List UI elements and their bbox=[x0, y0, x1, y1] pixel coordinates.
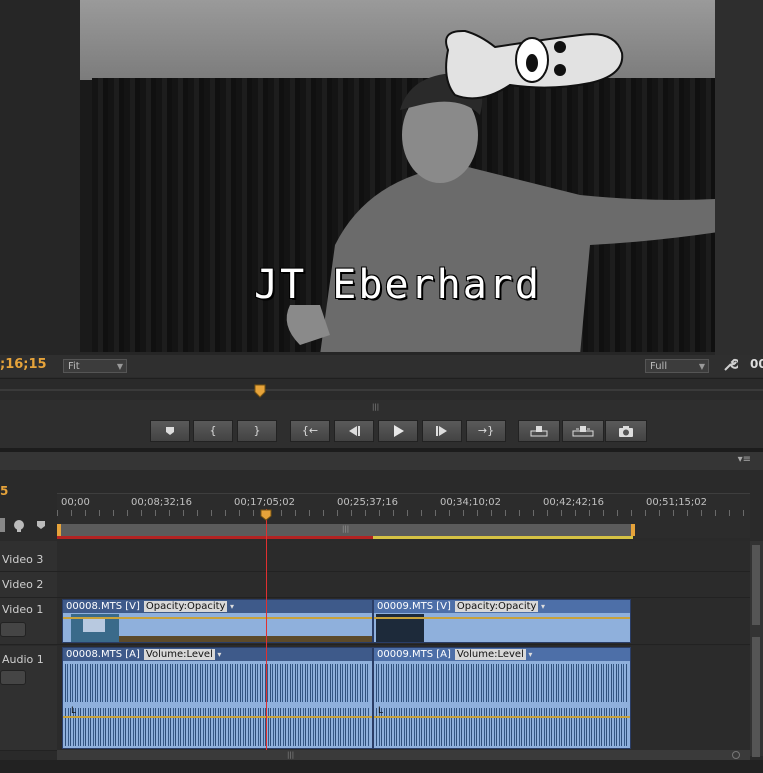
track-toggle[interactable] bbox=[0, 670, 26, 685]
step-back-button[interactable] bbox=[334, 420, 374, 442]
playback-resolution-dropdown[interactable]: Full ▼ bbox=[645, 359, 709, 373]
opacity-rubberband[interactable] bbox=[374, 617, 630, 619]
clip-name: 00009.MTS [V] bbox=[377, 601, 451, 612]
clip-name: 00008.MTS [V] bbox=[66, 601, 140, 612]
track-video-2[interactable] bbox=[57, 572, 750, 598]
timeline-timecode[interactable]: 5 bbox=[0, 484, 8, 498]
ruler-label: 00;42;42;16 bbox=[543, 497, 605, 508]
track-label: Video 3 bbox=[2, 553, 44, 566]
step-forward-button[interactable] bbox=[422, 420, 462, 442]
track-header-video-3[interactable]: Video 3 bbox=[0, 541, 57, 572]
status-strip bbox=[0, 760, 763, 773]
go-to-in-label: {← bbox=[301, 424, 319, 437]
duration-timecode: 00 bbox=[750, 357, 763, 371]
lift-icon bbox=[530, 426, 548, 437]
channel-label: L bbox=[71, 706, 77, 716]
extract-button[interactable] bbox=[562, 420, 604, 442]
timeline-panel-header: ▾≡ bbox=[0, 452, 763, 470]
timeline-horizontal-scrollbar[interactable]: ||| bbox=[57, 750, 750, 760]
ruler-label: 00;17;05;02 bbox=[234, 497, 296, 508]
mark-out-label: } bbox=[253, 424, 261, 437]
clip-effect-dropdown[interactable]: Opacity:Opacity bbox=[454, 601, 539, 612]
mark-in-button[interactable]: { bbox=[193, 420, 233, 442]
playhead-timecode[interactable]: ;16;15 bbox=[0, 357, 47, 372]
marker-icon bbox=[166, 427, 174, 435]
go-to-out-label: →} bbox=[477, 424, 495, 437]
go-to-out-button[interactable]: →} bbox=[466, 420, 506, 442]
track-header-video-1[interactable]: Video 1 bbox=[0, 598, 57, 645]
audio-clip-00009[interactable]: 00009.MTS [A] Volume:Level ▾ L bbox=[373, 647, 631, 749]
mark-out-button[interactable]: } bbox=[237, 420, 277, 442]
snap-icon[interactable] bbox=[0, 518, 5, 532]
work-area-bar[interactable]: ||| bbox=[57, 524, 635, 536]
lift-button[interactable] bbox=[518, 420, 560, 442]
track-label: Video 1 bbox=[2, 603, 44, 616]
monitor-zoom-scrollbar[interactable]: ||| bbox=[0, 400, 763, 414]
opacity-rubberband[interactable] bbox=[63, 617, 372, 619]
track-label: Audio 1 bbox=[2, 653, 44, 666]
step-forward-icon bbox=[436, 426, 447, 436]
waveform-bottom bbox=[376, 708, 628, 746]
volume-rubberband[interactable] bbox=[63, 716, 372, 718]
volume-rubberband[interactable] bbox=[374, 716, 630, 718]
channel-label: L bbox=[378, 706, 384, 716]
ruler-label: 00;00 bbox=[61, 497, 90, 508]
monitor-playhead-icon[interactable] bbox=[254, 384, 266, 398]
zoom-fit-label: Fit bbox=[68, 361, 80, 372]
ruler-label: 00;08;32;16 bbox=[131, 497, 193, 508]
linked-selection-icon[interactable] bbox=[12, 518, 26, 532]
waveform-bottom bbox=[65, 708, 370, 746]
video-clip-00008[interactable]: 00008.MTS [V] Opacity:Opacity ▾ bbox=[62, 599, 373, 643]
audio-clip-00008[interactable]: 00008.MTS [A] Volume:Level ▾ L bbox=[62, 647, 373, 749]
video-preview: JT Eberhard bbox=[80, 0, 715, 352]
waveform-top bbox=[65, 664, 370, 702]
ruler-label: 00;51;15;02 bbox=[646, 497, 708, 508]
program-monitor: JT Eberhard bbox=[0, 0, 763, 355]
track-video-3[interactable] bbox=[57, 541, 750, 572]
add-marker-icon[interactable] bbox=[36, 520, 46, 530]
clip-name: 00009.MTS [A] bbox=[377, 649, 451, 660]
play-icon bbox=[394, 425, 404, 437]
monitor-side-panel bbox=[715, 0, 763, 355]
wrench-icon[interactable] bbox=[722, 357, 738, 373]
ruler-label: 00;34;10;02 bbox=[440, 497, 502, 508]
cartoon-logo bbox=[445, 29, 624, 100]
waveform-top bbox=[376, 664, 628, 702]
mark-in-label: { bbox=[209, 424, 217, 437]
step-back-icon bbox=[349, 426, 360, 436]
video-clip-00009[interactable]: 00009.MTS [V] Opacity:Opacity ▾ bbox=[373, 599, 631, 643]
playhead-icon[interactable] bbox=[260, 509, 272, 521]
playhead-line[interactable] bbox=[266, 509, 267, 750]
extract-icon bbox=[572, 426, 594, 437]
track-header-video-2[interactable]: Video 2 bbox=[0, 572, 57, 598]
render-status-red bbox=[57, 536, 373, 539]
clip-name: 00008.MTS [A] bbox=[66, 649, 140, 660]
clip-effect-dropdown[interactable]: Volume:Level bbox=[143, 649, 215, 660]
resolution-label: Full bbox=[650, 361, 668, 372]
render-status-yellow bbox=[373, 536, 633, 539]
clip-effect-dropdown[interactable]: Volume:Level bbox=[454, 649, 526, 660]
overlay-title: JT Eberhard bbox=[254, 262, 541, 308]
transport-controls: { } {← →} bbox=[0, 414, 763, 448]
timeline-vertical-scrollbar[interactable] bbox=[750, 541, 763, 757]
track-label: Video 2 bbox=[2, 578, 44, 591]
monitor-time-ruler[interactable] bbox=[0, 378, 763, 401]
camera-icon bbox=[619, 426, 633, 437]
track-header-audio-1[interactable]: Audio 1 bbox=[0, 646, 57, 751]
clip-effect-dropdown[interactable]: Opacity:Opacity bbox=[143, 601, 228, 612]
zoom-fit-dropdown[interactable]: Fit ▼ bbox=[63, 359, 127, 373]
ruler-label: 00;25;37;16 bbox=[337, 497, 399, 508]
chevron-down-icon: ▼ bbox=[116, 362, 123, 371]
panel-menu-icon[interactable]: ▾≡ bbox=[738, 454, 751, 465]
chevron-down-icon: ▼ bbox=[698, 362, 705, 371]
play-button[interactable] bbox=[378, 420, 418, 442]
export-frame-button[interactable] bbox=[605, 420, 647, 442]
add-marker-button[interactable] bbox=[150, 420, 190, 442]
go-to-in-button[interactable]: {← bbox=[290, 420, 330, 442]
track-toggle[interactable] bbox=[0, 622, 26, 637]
